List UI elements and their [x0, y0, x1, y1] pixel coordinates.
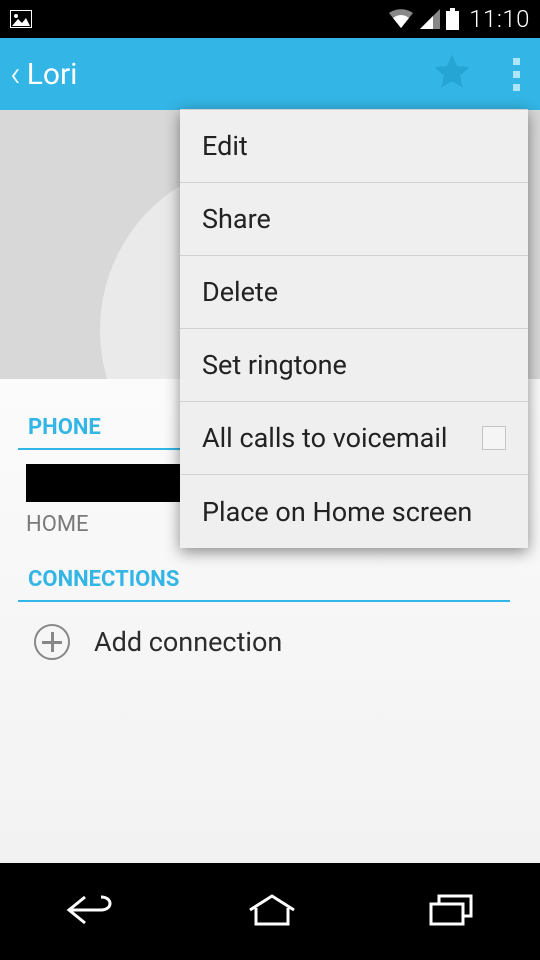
- add-connection-button[interactable]: Add connection: [6, 602, 534, 660]
- menu-share[interactable]: Share: [180, 183, 528, 256]
- status-right: 11:10: [388, 5, 530, 33]
- menu-edit-label: Edit: [202, 130, 506, 162]
- wifi-icon: [388, 9, 414, 29]
- signal-icon: [420, 9, 440, 29]
- battery-icon: [446, 8, 459, 30]
- action-bar: ‹ Lori: [0, 38, 540, 110]
- menu-voicemail[interactable]: All calls to voicemail: [180, 402, 528, 475]
- nav-bar: [0, 863, 540, 960]
- menu-set-ringtone-label: Set ringtone: [202, 349, 506, 381]
- menu-edit[interactable]: Edit: [180, 110, 528, 183]
- overflow-menu-icon[interactable]: [503, 48, 530, 101]
- menu-delete-label: Delete: [202, 276, 506, 308]
- menu-delete[interactable]: Delete: [180, 256, 528, 329]
- status-left: [10, 10, 32, 28]
- menu-home-screen[interactable]: Place on Home screen: [180, 475, 528, 548]
- overflow-menu: Edit Share Delete Set ringtone All calls…: [180, 109, 528, 548]
- phone-number-redacted[interactable]: [26, 464, 194, 502]
- favorite-star-icon[interactable]: [431, 51, 473, 97]
- nav-home-button[interactable]: [226, 872, 318, 952]
- plus-icon: [34, 624, 70, 660]
- nav-back-button[interactable]: [45, 871, 137, 953]
- menu-home-screen-label: Place on Home screen: [202, 496, 506, 528]
- back-icon[interactable]: ‹: [10, 53, 21, 95]
- status-bar: 11:10: [0, 0, 540, 38]
- menu-share-label: Share: [202, 203, 506, 235]
- menu-set-ringtone[interactable]: Set ringtone: [180, 329, 528, 402]
- contact-title[interactable]: Lori: [27, 57, 431, 92]
- status-time: 11:10: [469, 5, 530, 33]
- add-connection-label: Add connection: [94, 626, 282, 658]
- picture-icon: [10, 10, 32, 28]
- voicemail-checkbox[interactable]: [482, 426, 506, 450]
- nav-recents-button[interactable]: [407, 872, 495, 952]
- menu-voicemail-label: All calls to voicemail: [202, 422, 482, 454]
